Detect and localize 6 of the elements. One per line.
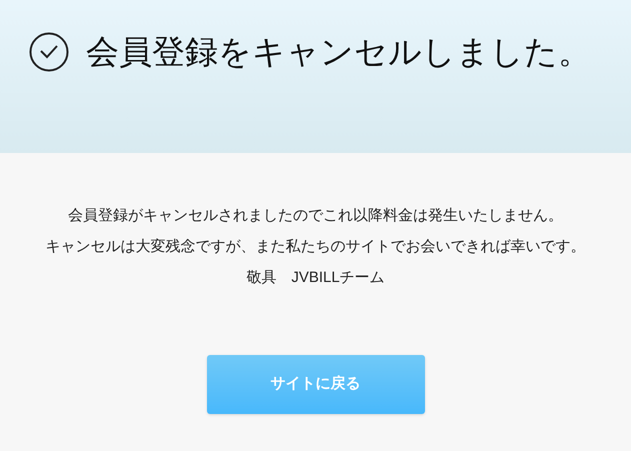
message-line: 敬具 JVBILLチーム (246, 268, 385, 288)
message-line: 会員登録がキャンセルされましたのでこれ以降料金は発生いたしません。 (68, 206, 563, 226)
back-to-site-button[interactable]: サイトに戻る (206, 355, 424, 414)
check-circle-icon (29, 32, 69, 72)
page-title: 会員登録をキャンセルしました。 (86, 32, 591, 72)
message-line: キャンセルは大変残念ですが、また私たちのサイトでお会いできれば幸いです。 (46, 237, 586, 257)
